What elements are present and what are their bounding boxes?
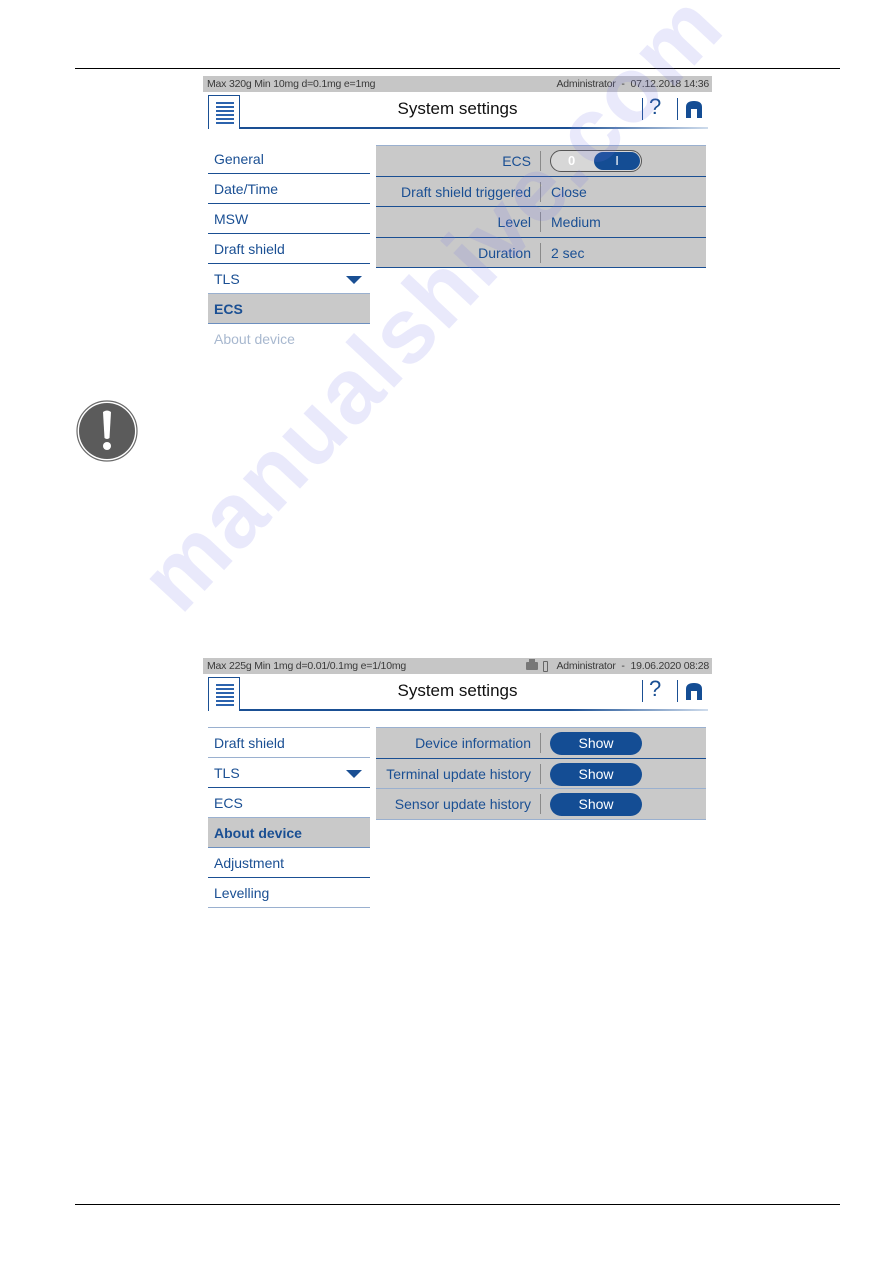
setting-label: Sensor update history [394, 796, 531, 812]
printer-icon [526, 659, 539, 670]
title-underline [239, 709, 708, 711]
sidebar-item-draft-shield[interactable]: Draft shield [208, 728, 370, 758]
expand-triangle-icon[interactable] [346, 276, 362, 284]
sidebar-item-label: TLS [214, 271, 240, 287]
menu-button[interactable] [208, 95, 240, 129]
menu-button[interactable] [208, 677, 240, 711]
settings-sidebar: General Date/Time MSW Draft shield TLS E… [208, 144, 370, 354]
sidebar-item-label: ECS [214, 795, 243, 811]
divider [677, 98, 678, 120]
setting-value[interactable]: Close [551, 184, 587, 200]
sidebar-item-date-time[interactable]: Date/Time [208, 174, 370, 204]
title-bar: System settings ? [203, 92, 712, 129]
title-underline [239, 127, 708, 129]
divider [540, 242, 541, 263]
sidebar-item-label: Levelling [214, 885, 270, 901]
sidebar-item-label: Draft shield [214, 241, 285, 257]
sidebar-item-ecs[interactable]: ECS [208, 788, 370, 818]
screenshot-ecs-settings: Max 320g Min 10mg d=0.1mg e=1mg Administ… [203, 76, 712, 376]
divider [642, 98, 643, 120]
header-rule [75, 68, 840, 69]
divider [540, 181, 541, 202]
divider [642, 680, 643, 702]
setting-row-device-information: Device information Show [376, 728, 706, 759]
toggle-on-knob: I [594, 152, 640, 170]
sidebar-item-tls[interactable]: TLS [208, 264, 370, 294]
screenshot-about-device: Max 225g Min 1mg d=0.01/0.1mg e=1/10mg A… [203, 658, 712, 958]
divider [540, 151, 541, 171]
status-separator: - [618, 660, 628, 672]
footer-rule [75, 1204, 840, 1205]
divider [677, 680, 678, 702]
sidebar-item-draft-shield[interactable]: Draft shield [208, 234, 370, 264]
setting-row-draft-shield-triggered[interactable]: Draft shield triggered Close [376, 177, 706, 207]
sidebar-item-msw[interactable]: MSW [208, 204, 370, 234]
ecs-toggle[interactable]: 0 I [550, 150, 642, 172]
sidebar-item-about-device[interactable]: About device [208, 818, 370, 848]
balance-specs: Max 225g Min 1mg d=0.01/0.1mg e=1/10mg [207, 660, 407, 672]
setting-value[interactable]: 2 sec [551, 245, 584, 261]
divider [540, 794, 541, 814]
datetime: 07.12.2018 14:36 [630, 78, 709, 90]
status-bar: Max 225g Min 1mg d=0.01/0.1mg e=1/10mg A… [203, 658, 712, 674]
datetime: 19.06.2020 08:28 [630, 660, 709, 672]
list-menu-icon [216, 684, 234, 706]
expand-triangle-icon[interactable] [346, 770, 362, 778]
sidebar-item-general[interactable]: General [208, 144, 370, 174]
setting-label: Draft shield triggered [401, 183, 531, 200]
setting-row-ecs: ECS 0 I [376, 146, 706, 177]
toggle-off-label: 0 [568, 153, 576, 168]
home-icon[interactable] [685, 100, 703, 118]
sidebar-item-label: MSW [214, 211, 249, 227]
divider [540, 733, 541, 753]
sidebar-item-label: ECS [214, 301, 243, 317]
show-terminal-update-history-button[interactable]: Show [550, 762, 642, 786]
settings-panel: ECS 0 I Draft shield triggered Close Lev… [376, 145, 706, 268]
exclamation-circle-icon [76, 400, 138, 462]
sidebar-item-adjustment[interactable]: Adjustment [208, 848, 370, 878]
setting-label: Level [497, 214, 531, 230]
show-device-information-button[interactable]: Show [550, 732, 642, 755]
setting-label: Duration [478, 244, 531, 261]
setting-value[interactable]: Medium [551, 214, 601, 230]
setting-label: ECS [502, 153, 531, 169]
home-icon[interactable] [685, 682, 703, 700]
divider [540, 763, 541, 784]
user-name: Administrator [556, 660, 616, 672]
help-button[interactable]: ? [649, 95, 661, 119]
setting-row-duration[interactable]: Duration 2 sec [376, 238, 706, 268]
status-right: Administrator - 19.06.2020 08:28 [526, 658, 709, 674]
setting-label: Terminal update history [386, 765, 531, 782]
status-bar: Max 320g Min 10mg d=0.1mg e=1mg Administ… [203, 76, 712, 92]
sidebar-item-label: General [214, 151, 264, 167]
usb-icon [543, 660, 549, 672]
sidebar-item-levelling[interactable]: Levelling [208, 878, 370, 908]
setting-row-terminal-update-history: Terminal update history Show [376, 759, 706, 789]
sidebar-item-label: TLS [214, 765, 240, 781]
sidebar-item-about-device[interactable]: About device [208, 324, 370, 354]
page-title: System settings [397, 681, 518, 700]
user-name: Administrator [556, 78, 616, 90]
setting-row-sensor-update-history: Sensor update history Show [376, 789, 706, 820]
status-separator: - [618, 78, 628, 90]
settings-sidebar: Draft shield TLS ECS About device Adjust… [208, 727, 370, 908]
balance-specs: Max 320g Min 10mg d=0.1mg e=1mg [207, 78, 376, 90]
sidebar-item-label: About device [214, 825, 302, 841]
sidebar-item-label: About device [214, 331, 295, 347]
sidebar-item-ecs[interactable]: ECS [208, 294, 370, 324]
sidebar-item-label: Draft shield [214, 735, 285, 751]
title-bar: System settings ? [203, 674, 712, 711]
settings-panel: Device information Show Terminal update … [376, 727, 706, 820]
help-button[interactable]: ? [649, 677, 661, 701]
show-sensor-update-history-button[interactable]: Show [550, 793, 642, 816]
sidebar-item-label: Adjustment [214, 855, 285, 871]
page-title: System settings [397, 99, 518, 118]
divider [540, 212, 541, 232]
sidebar-item-label: Date/Time [214, 181, 279, 197]
setting-row-level[interactable]: Level Medium [376, 207, 706, 238]
setting-label: Device information [415, 735, 531, 751]
sidebar-item-tls[interactable]: TLS [208, 758, 370, 788]
list-menu-icon [216, 102, 234, 124]
status-right: Administrator - 07.12.2018 14:36 [556, 76, 709, 92]
